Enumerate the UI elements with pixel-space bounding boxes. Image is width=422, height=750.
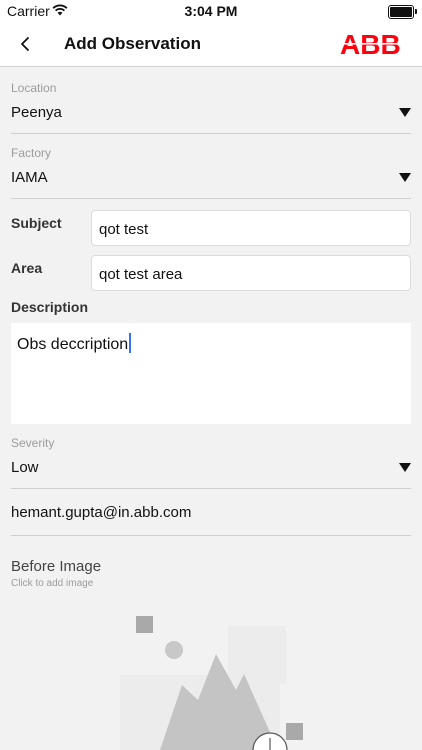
area-input[interactable]: qot test area <box>91 255 411 291</box>
before-image-hint[interactable]: Click to add image <box>11 578 93 589</box>
status-time: 3:04 PM <box>184 3 238 19</box>
location-select[interactable]: Peenya <box>11 104 62 121</box>
back-chevron-icon[interactable] <box>14 32 38 56</box>
location-dropdown-arrow-icon[interactable] <box>399 108 411 117</box>
page-title: Add Observation <box>64 34 201 53</box>
location-label: Location <box>11 81 57 95</box>
reporter-email: hemant.gupta@in.abb.com <box>11 504 192 521</box>
navigation-bar: Add Observation ABB <box>0 24 422 67</box>
subject-label: Subject <box>11 215 62 231</box>
description-textarea[interactable]: Obs deccription <box>11 323 411 424</box>
area-label: Area <box>11 260 43 276</box>
subject-input[interactable]: qot test <box>91 210 411 246</box>
divider <box>11 535 411 536</box>
severity-label: Severity <box>11 436 55 450</box>
factory-dropdown-arrow-icon[interactable] <box>399 173 411 182</box>
abb-logo: ABB <box>340 31 402 57</box>
factory-select[interactable]: IAMA <box>11 169 48 186</box>
divider <box>11 198 411 199</box>
factory-label: Factory <box>11 146 52 160</box>
text-cursor <box>129 333 132 353</box>
image-placeholder-icon[interactable] <box>110 610 310 750</box>
description-text: Obs deccription <box>17 336 129 353</box>
severity-select[interactable]: Low <box>11 459 39 476</box>
status-bar: Carrier 3:04 PM <box>0 0 422 24</box>
severity-dropdown-arrow-icon[interactable] <box>399 463 411 472</box>
before-image-title: Before Image <box>11 558 102 575</box>
description-label: Description <box>11 299 89 315</box>
battery-icon <box>388 5 417 19</box>
divider <box>11 133 411 134</box>
divider <box>11 488 411 489</box>
